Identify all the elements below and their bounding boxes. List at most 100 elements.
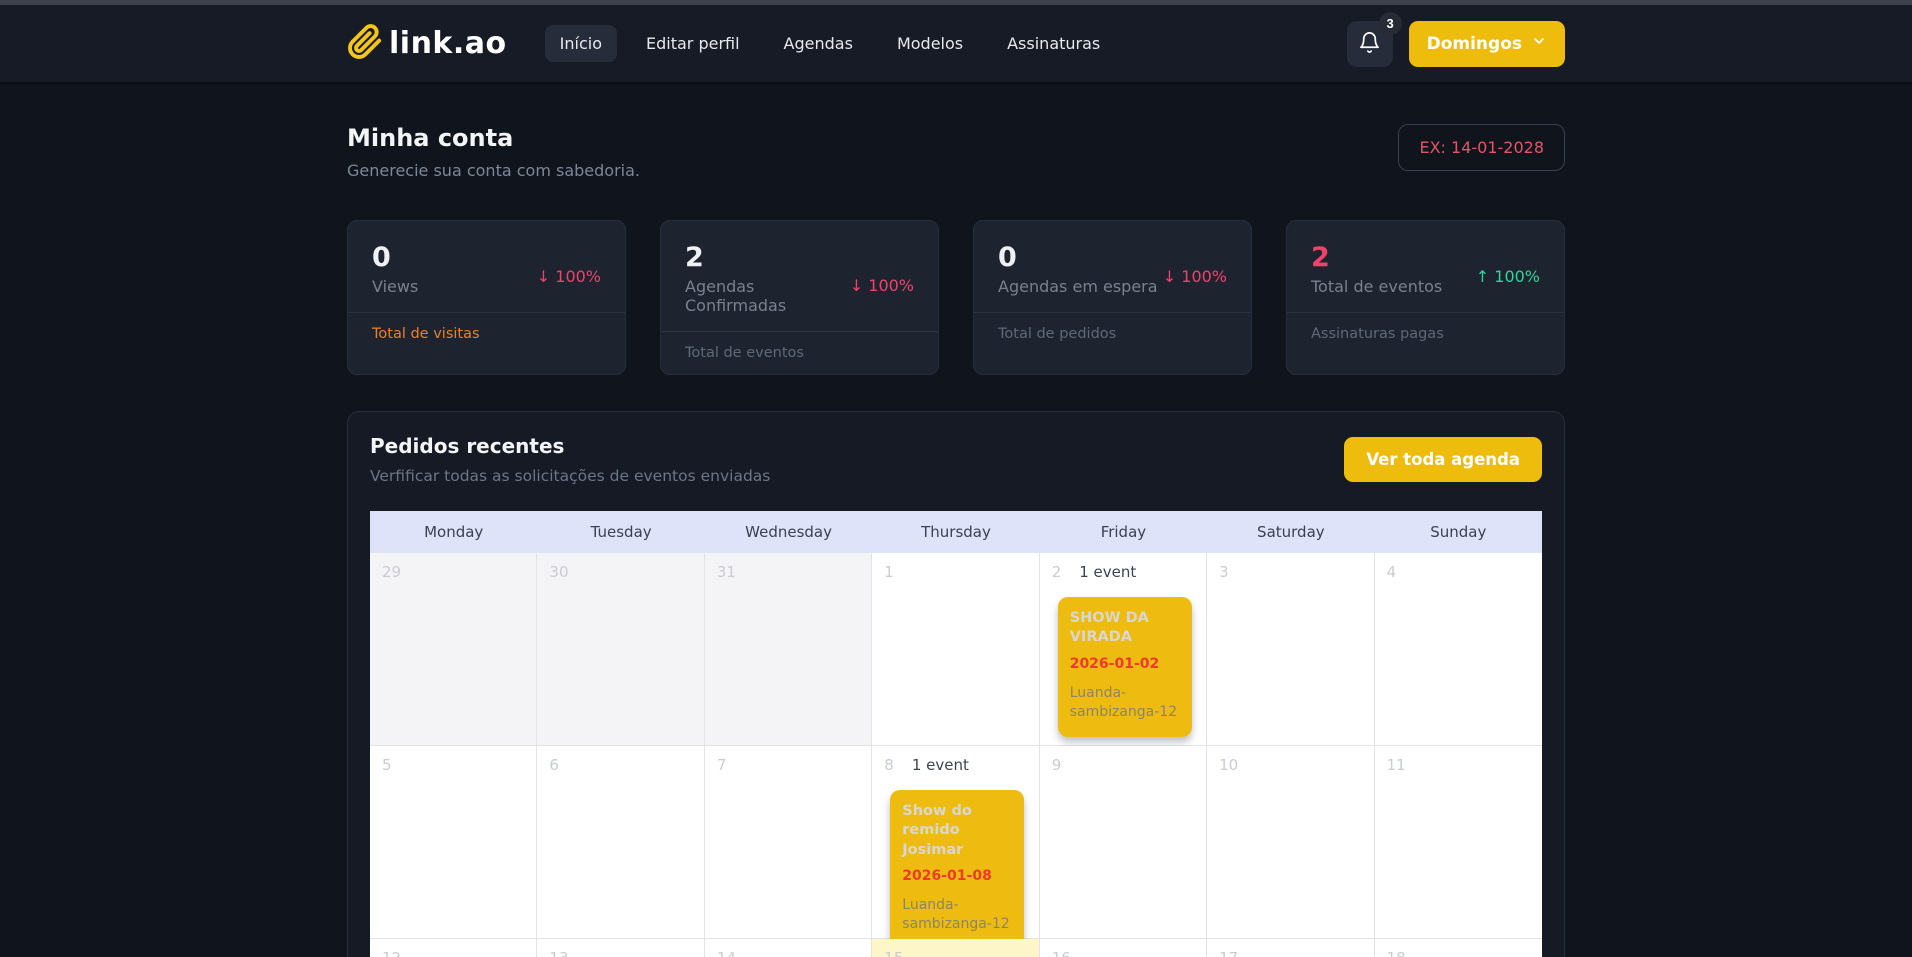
stat-footer: Total de eventos — [661, 331, 938, 374]
nav-item-inicio[interactable]: Início — [545, 25, 617, 62]
nav-item-assinaturas[interactable]: Assinaturas — [992, 25, 1115, 62]
calendar-day-cell[interactable]: 29 — [370, 553, 537, 746]
stat-card-main: 2Agendas Confirmadas↓ 100% — [661, 221, 938, 331]
stat-trend: ↓ 100% — [1163, 267, 1227, 286]
stat-card-views: 0Views ↓ 100% Total de visitas — [347, 220, 626, 375]
calendar-day-cell[interactable]: 6 — [537, 746, 704, 939]
calendar-day-cell[interactable]: 31 — [705, 553, 872, 746]
event-date: 2026-01-08 — [902, 868, 1012, 884]
event-card[interactable]: Show do remido Josimar2026-01-08Luanda-s… — [890, 790, 1024, 949]
day-number: 31 — [717, 563, 736, 581]
day-cell-top: 8 1 event — [884, 756, 1038, 774]
notifications-button[interactable]: 3 — [1347, 21, 1393, 67]
stat-card-main: 0Agendas em espera↓ 100% — [974, 221, 1251, 312]
day-number: 1 — [884, 563, 894, 581]
chevron-down-icon — [1531, 33, 1547, 54]
stat-trend: ↑ 100% — [1476, 267, 1540, 286]
calendar-day-cell[interactable]: 18 — [1375, 939, 1542, 957]
day-cell-top: 15 — [884, 949, 1038, 957]
nav-item-editar-perfil[interactable]: Editar perfil — [631, 25, 755, 62]
calendar-day-cell[interactable]: 9 — [1040, 746, 1207, 939]
calendar-week-row: 12 13 14 1516 17 18 — [370, 939, 1542, 957]
stat-value: 2 — [1311, 243, 1442, 273]
weekday-sunday: Sunday — [1375, 511, 1542, 553]
brand-logo[interactable]: link.ao — [347, 24, 507, 64]
nav-item-agendas[interactable]: Agendas — [769, 25, 868, 62]
navbar: link.ao Início Editar perfil Agendas Modelo… — [0, 5, 1912, 84]
orders-title: Pedidos recentes — [370, 434, 770, 458]
calendar-day-cell[interactable]: 3 — [1207, 553, 1374, 746]
stat-label: Total de eventos — [1311, 277, 1442, 296]
stat-value: 0 — [372, 243, 418, 273]
day-cell-top: 29 — [382, 563, 536, 581]
day-cell-top: 6 — [549, 756, 703, 774]
calendar-day-cell[interactable]: 15 — [872, 939, 1039, 957]
day-number: 3 — [1219, 563, 1229, 581]
orders-subtitle: Verfificar todas as solicitações de even… — [370, 467, 770, 485]
weekday-saturday: Saturday — [1207, 511, 1374, 553]
nav-item-modelos[interactable]: Modelos — [882, 25, 978, 62]
day-number: 30 — [549, 563, 568, 581]
calendar-day-cell[interactable]: 12 — [370, 939, 537, 957]
day-number: 10 — [1219, 756, 1238, 774]
day-number: 2 — [1052, 563, 1062, 581]
weekday-thursday: Thursday — [872, 511, 1039, 553]
stat-trend: ↓ 100% — [537, 267, 601, 286]
user-menu-button[interactable]: Domingos — [1409, 21, 1565, 67]
calendar-day-cell[interactable]: 2 1 event SHOW DA VIRADA2026-01-02Luanda-s… — [1040, 553, 1207, 746]
calendar-week-row: 56781 eventShow do remido Josimar2026-01… — [370, 746, 1542, 939]
day-cell-top: 9 — [1052, 756, 1206, 774]
account-header: Minha conta Generecie sua conta com sabe… — [347, 124, 1565, 180]
brand-name: link.ao — [389, 26, 507, 61]
stat-card-total-de-eventos: 2Total de eventos↑ 100%Assinaturas pagas — [1286, 220, 1565, 375]
page-title: Minha conta — [347, 124, 640, 152]
calendar-grid: 293031121 eventSHOW DA VIRADA2026-01-02L… — [370, 553, 1542, 957]
weekday-monday: Monday — [370, 511, 537, 553]
calendar-day-cell[interactable]: 13 — [537, 939, 704, 957]
day-number: 8 — [884, 756, 894, 774]
calendar-day-cell[interactable]: 4 — [1375, 553, 1542, 746]
calendar-day-cell[interactable]: 1 — [872, 553, 1039, 746]
orders-panel: Pedidos recentes Verfificar todas as sol… — [347, 411, 1565, 957]
day-cell-top: 7 — [717, 756, 871, 774]
event-count-badge: 1 event — [1079, 563, 1136, 581]
stat-card-left: 2 Total de eventos — [1311, 243, 1442, 296]
view-all-agenda-button[interactable]: Ver toda agenda — [1344, 437, 1542, 482]
day-cell-top: 18 — [1387, 949, 1542, 957]
event-title: SHOW DA VIRADA — [1070, 609, 1180, 648]
stat-value: 0 — [998, 243, 1158, 273]
stat-card-agendas-confirmadas: 2Agendas Confirmadas↓ 100%Total de event… — [660, 220, 939, 375]
notification-badge: 3 — [1379, 12, 1402, 35]
day-cell-top: 17 — [1219, 949, 1373, 957]
day-number: 9 — [1052, 756, 1062, 774]
main-nav: Início Editar perfil Agendas Modelos Assinat… — [545, 25, 1116, 62]
calendar-day-cell[interactable]: 11 — [1375, 746, 1542, 939]
event-count-badge: 1 event — [912, 756, 969, 774]
calendar-day-cell[interactable]: 17 — [1207, 939, 1374, 957]
page-subtitle: Generecie sua conta com sabedoria. — [347, 161, 640, 180]
calendar-day-cell[interactable]: 16 — [1040, 939, 1207, 957]
calendar-day-cell[interactable]: 81 eventShow do remido Josimar2026-01-08… — [872, 746, 1039, 939]
event-location: Luanda-sambizanga-12 — [902, 896, 1012, 934]
calendar-day-cell[interactable]: 10 — [1207, 746, 1374, 939]
stats-row: 0Views ↓ 100% Total de visitas 2Agendas Con… — [347, 220, 1565, 375]
event-card[interactable]: SHOW DA VIRADA2026-01-02Luanda-sambizang… — [1058, 597, 1192, 737]
day-number: 6 — [549, 756, 559, 774]
day-number: 18 — [1387, 949, 1406, 957]
calendar-day-cell[interactable]: 30 — [537, 553, 704, 746]
bell-icon — [1358, 31, 1381, 57]
expiry-date-badge: EX: 14-01-2028 — [1398, 124, 1565, 171]
day-cell-top: 2 1 event — [1052, 563, 1206, 581]
calendar-day-cell[interactable]: 7 — [705, 746, 872, 939]
day-cell-top: 11 — [1387, 756, 1542, 774]
day-cell-top: 30 — [549, 563, 703, 581]
stat-footer: Total de visitas — [348, 312, 625, 355]
calendar-day-cell[interactable]: 14 — [705, 939, 872, 957]
weekday-wednesday: Wednesday — [705, 511, 872, 553]
day-cell-top: 4 — [1387, 563, 1542, 581]
stat-card-main: 0Views ↓ 100% — [348, 221, 625, 312]
calendar-day-cell[interactable]: 5 — [370, 746, 537, 939]
stat-card-left: 0Views — [372, 243, 418, 296]
day-cell-top: 13 — [549, 949, 703, 957]
day-number: 13 — [549, 949, 568, 957]
